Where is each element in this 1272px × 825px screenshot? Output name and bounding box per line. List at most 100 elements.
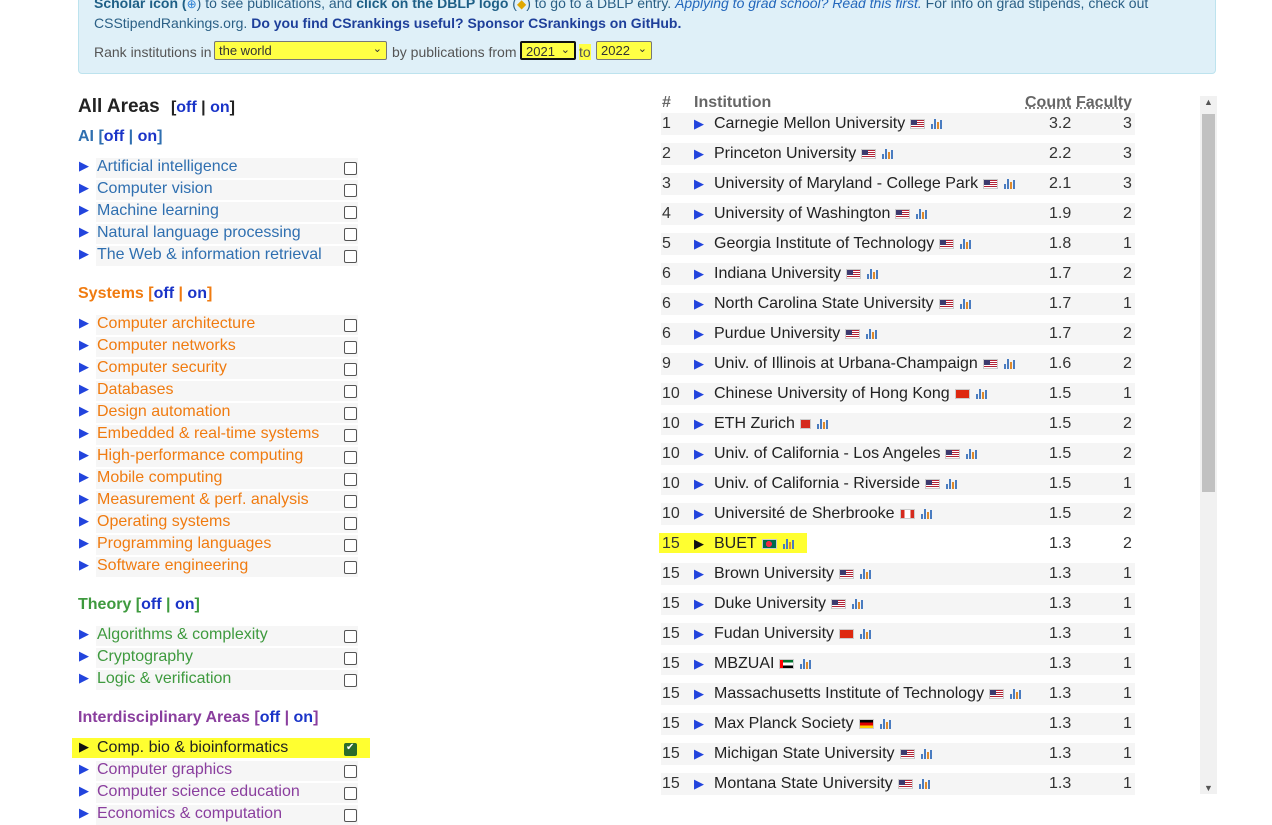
expand-arrow-icon[interactable]: ▶ <box>79 469 89 485</box>
category-on-link[interactable]: on <box>294 709 314 726</box>
category-off-link[interactable]: off <box>141 596 161 613</box>
expand-arrow-icon[interactable]: ▶ <box>79 761 89 777</box>
bar-chart-icon[interactable] <box>816 418 830 430</box>
bar-chart-icon[interactable] <box>882 148 895 160</box>
expand-arrow-icon[interactable]: ▶ <box>79 783 89 799</box>
scroll-down-icon[interactable]: ▼ <box>1204 783 1213 793</box>
bar-chart-icon[interactable] <box>852 598 865 610</box>
area-checkbox[interactable] <box>344 341 357 354</box>
to-year-select[interactable]: 2022 ⌄ <box>596 41 652 60</box>
bar-chart-icon[interactable] <box>867 268 880 280</box>
expand-arrow-icon[interactable]: ▶ <box>694 176 704 192</box>
area-row[interactable]: ▶ Computer architecture <box>78 314 358 335</box>
area-label[interactable]: Programming languages <box>97 535 271 553</box>
expand-arrow-icon[interactable]: ▶ <box>694 596 704 612</box>
col-faculty-header[interactable]: Faculty <box>1076 94 1132 112</box>
area-checkbox[interactable] <box>344 363 357 376</box>
expand-arrow-icon[interactable]: ▶ <box>79 202 89 218</box>
table-row[interactable]: 4 ▶ University of Washington 1.9 2 <box>661 203 1135 229</box>
area-checkbox[interactable] <box>344 561 357 574</box>
bar-chart-icon[interactable] <box>960 238 973 250</box>
expand-arrow-icon[interactable]: ▶ <box>79 381 89 397</box>
area-checkbox[interactable] <box>344 407 357 420</box>
area-label[interactable]: Computer architecture <box>97 315 255 333</box>
bar-chart-icon[interactable] <box>975 388 989 400</box>
institution-name[interactable]: Indiana University <box>714 265 841 282</box>
area-checkbox[interactable] <box>344 451 357 464</box>
category-off-link[interactable]: off <box>154 285 174 302</box>
expand-arrow-icon[interactable]: ▶ <box>79 447 89 463</box>
institution-name[interactable]: ETH Zurich <box>714 415 795 432</box>
expand-arrow-icon[interactable]: ▶ <box>79 224 89 240</box>
table-row[interactable]: 6 ▶ Indiana University 1.7 2 <box>661 263 1135 289</box>
area-checkbox[interactable] <box>344 473 357 486</box>
grad-school-link[interactable]: Applying to grad school? Read this first… <box>675 0 922 11</box>
area-row[interactable]: ▶ High-performance computing <box>78 446 358 467</box>
table-row[interactable]: 10 ▶ Univ. of California - Los Angeles 1.5 2 <box>661 443 1135 469</box>
area-row[interactable]: ▶ Computer vision <box>78 179 358 200</box>
area-row[interactable]: ▶ Embedded & real-time systems <box>78 424 358 445</box>
category-off-link[interactable]: off <box>104 128 124 145</box>
area-row[interactable]: ▶ Mobile computing <box>78 468 358 489</box>
area-label[interactable]: Logic & verification <box>97 670 231 688</box>
scroll-up-icon[interactable]: ▲ <box>1204 97 1213 107</box>
area-checkbox[interactable] <box>344 630 357 643</box>
table-row[interactable]: 15 ▶ Michigan State University 1.3 1 <box>661 743 1135 769</box>
area-label[interactable]: Mobile computing <box>97 469 222 487</box>
area-label[interactable]: Operating systems <box>97 513 230 531</box>
area-checkbox[interactable] <box>344 809 357 822</box>
expand-arrow-icon[interactable]: ▶ <box>79 425 89 441</box>
category-on-link[interactable]: on <box>138 128 158 145</box>
institution-name[interactable]: Univ. of Illinois at Urbana-Champaign <box>714 355 978 372</box>
expand-arrow-icon[interactable]: ▶ <box>694 236 704 252</box>
table-row[interactable]: 15 ▶ Montana State University 1.3 1 <box>661 773 1135 799</box>
expand-arrow-icon[interactable]: ▶ <box>694 446 704 462</box>
expand-arrow-icon[interactable]: ▶ <box>79 648 89 664</box>
area-row[interactable]: ▶ Artificial intelligence <box>78 157 358 178</box>
expand-arrow-icon[interactable]: ▶ <box>694 296 704 312</box>
area-row[interactable]: ▶ The Web & information retrieval <box>78 245 358 266</box>
institution-name[interactable]: Michigan State University <box>714 745 895 762</box>
area-checkbox[interactable] <box>344 674 357 687</box>
category-off-link[interactable]: off <box>260 709 280 726</box>
institution-name[interactable]: Princeton University <box>714 145 856 162</box>
table-row[interactable]: 15 ▶ MBZUAI 1.3 1 <box>661 653 1135 679</box>
institution-name[interactable]: Université de Sherbrooke <box>714 505 895 522</box>
expand-arrow-icon[interactable]: ▶ <box>694 266 704 282</box>
bar-chart-icon[interactable] <box>1004 178 1017 190</box>
scrollbar-thumb[interactable] <box>1202 114 1215 492</box>
expand-arrow-icon[interactable]: ▶ <box>694 326 704 342</box>
area-row[interactable]: ▶ Economics & computation <box>78 804 358 825</box>
area-checkbox[interactable] <box>344 765 357 778</box>
area-row[interactable]: ▶ Computer science education <box>78 782 358 803</box>
bar-chart-icon[interactable] <box>1003 358 1017 370</box>
area-row[interactable]: ▶ Computer graphics <box>78 760 358 781</box>
area-row[interactable]: ▶ Computer security <box>78 358 358 379</box>
area-checkbox[interactable] <box>344 429 357 442</box>
area-label[interactable]: Natural language processing <box>97 224 301 242</box>
area-checkbox[interactable] <box>344 250 357 263</box>
table-row[interactable]: 3 ▶ University of Maryland - College Park 2… <box>661 173 1135 199</box>
area-row[interactable]: ▶ Comp. bio & bioinformatics <box>78 738 357 758</box>
table-row[interactable]: 5 ▶ Georgia Institute of Technology 1.8 1 <box>661 233 1135 259</box>
expand-arrow-icon[interactable]: ▶ <box>694 776 704 792</box>
bar-chart-icon[interactable] <box>946 478 959 490</box>
area-checkbox[interactable] <box>344 319 357 332</box>
expand-arrow-icon[interactable]: ▶ <box>79 670 89 686</box>
area-checkbox[interactable] <box>344 495 357 508</box>
bar-chart-icon[interactable] <box>959 298 973 310</box>
area-checkbox[interactable] <box>344 652 357 665</box>
table-row[interactable]: 15 ▶ BUET 1.3 2 <box>661 533 1135 559</box>
bar-chart-icon[interactable] <box>860 568 873 580</box>
bar-chart-icon[interactable] <box>1010 688 1023 700</box>
expand-arrow-icon[interactable]: ▶ <box>79 626 89 642</box>
institution-name[interactable]: Brown University <box>714 565 834 582</box>
table-row[interactable]: 10 ▶ Chinese University of Hong Kong 1.5 1 <box>661 383 1135 409</box>
area-label[interactable]: Computer science education <box>97 783 300 801</box>
area-row[interactable]: ▶ Operating systems <box>78 512 358 533</box>
area-label[interactable]: Computer networks <box>97 337 236 355</box>
bar-chart-icon[interactable] <box>782 538 796 550</box>
bar-chart-icon[interactable] <box>800 658 813 670</box>
category-on-link[interactable]: on <box>187 285 207 302</box>
table-row[interactable]: 10 ▶ ETH Zurich 1.5 2 <box>661 413 1135 439</box>
